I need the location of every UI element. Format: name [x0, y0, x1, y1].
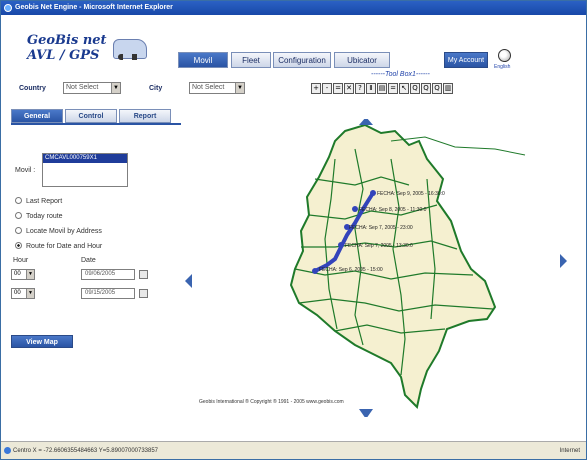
- tool-button[interactable]: Q: [421, 83, 431, 94]
- tool-button[interactable]: ↖: [399, 83, 409, 94]
- status-coords: Centro X = -72.6606355484663 Y=5.8900700…: [13, 448, 159, 454]
- geobis-logo: GeoBis net AVL / GPS: [21, 33, 151, 75]
- tool-button[interactable]: +: [311, 83, 321, 94]
- tab-report[interactable]: Report: [119, 109, 171, 123]
- tool-button[interactable]: ▤: [377, 83, 387, 94]
- tool-button[interactable]: ✕: [344, 83, 354, 94]
- pan-down-arrow: [359, 409, 373, 417]
- window-title: Geobis Net Engine - Microsoft Internet E…: [15, 4, 173, 11]
- option-locate-by-address[interactable]: Locate Movil by Address: [15, 227, 102, 235]
- radio-checked-icon: [15, 242, 22, 249]
- logo-line1: GeoBis net: [27, 33, 107, 48]
- hour-end-select[interactable]: 00 ▼: [11, 288, 35, 299]
- ie-icon: [4, 4, 12, 12]
- tab-control[interactable]: Control: [65, 109, 117, 123]
- view-map-button[interactable]: View Map: [11, 335, 73, 348]
- hour-label: Hour: [13, 257, 29, 264]
- chevron-down-icon: ▼: [26, 270, 34, 279]
- zone-label: Internet: [559, 448, 580, 454]
- movil-listbox[interactable]: CMCAVL000759X1: [42, 153, 128, 187]
- pan-up-arrow: [359, 119, 373, 125]
- map-route-label: FECHA: Sep 8, 2005 - 11:30:0: [359, 207, 427, 213]
- option-route-date-hour[interactable]: Route for Date and Hour: [15, 242, 102, 250]
- route-point: [352, 206, 358, 212]
- chevron-down-icon: ▼: [111, 83, 120, 93]
- radio-icon: [15, 197, 22, 204]
- nav-ubicator-button[interactable]: Ubicator: [334, 52, 390, 68]
- map-route-label: FECHA: Sep 6, 2005 - 15:00: [319, 267, 383, 273]
- country-label: Country: [19, 85, 46, 92]
- option-label: Today route: [26, 213, 63, 220]
- browser-window: Geobis Net Engine - Microsoft Internet E…: [0, 0, 587, 460]
- tool-button[interactable]: ▥: [443, 83, 453, 94]
- movil-list-item[interactable]: CMCAVL000759X1: [43, 154, 127, 163]
- movil-label: Movil :: [15, 167, 36, 174]
- map-route-label: FECHA: Sep 7, 2005 - 23:00: [349, 225, 413, 231]
- chevron-down-icon: ▼: [26, 289, 34, 298]
- map-copyright: Geobis International ® Copyright ® 1991 …: [199, 399, 344, 405]
- language-link[interactable]: English: [494, 64, 510, 70]
- hour-start-select[interactable]: 00 ▼: [11, 269, 35, 280]
- tab-underline: [11, 123, 181, 125]
- tool-button[interactable]: =: [333, 83, 343, 94]
- panel-tabs: General Control Report: [11, 109, 171, 123]
- option-label: Locate Movil by Address: [26, 228, 102, 235]
- tool-button[interactable]: Ⅱ: [366, 83, 376, 94]
- nav-movil-button[interactable]: Movil: [178, 52, 228, 68]
- page-icon: [4, 447, 11, 454]
- calendar-icon[interactable]: [139, 270, 148, 279]
- car-icon: [113, 39, 147, 60]
- route-point: [370, 190, 376, 196]
- pan-left-arrow[interactable]: [183, 273, 193, 289]
- tool-button[interactable]: Q: [432, 83, 442, 94]
- route-point: [338, 242, 344, 248]
- pan-right-arrow[interactable]: [559, 253, 569, 269]
- tab-general[interactable]: General: [11, 109, 63, 123]
- tool-button[interactable]: ?: [355, 83, 365, 94]
- map-route-label: FECHA: Sep 7, 2005 - 13:30:0: [345, 243, 413, 249]
- tool-button[interactable]: =: [388, 83, 398, 94]
- tool-button[interactable]: -: [322, 83, 332, 94]
- status-bar: Centro X = -72.6606355484663 Y=5.8900700…: [1, 441, 586, 459]
- date-label: Date: [81, 257, 96, 264]
- radio-icon: [15, 212, 22, 219]
- toolbox: + - = ✕? Ⅱ ▤ = ↖ Q Q Q ▥: [311, 83, 453, 95]
- chevron-down-icon: ▼: [235, 83, 244, 93]
- country-select-value: Not Select: [66, 84, 99, 91]
- app-header: GeoBis net AVL / GPS Movil Fleet Configu…: [1, 15, 586, 71]
- tool-button[interactable]: Q: [410, 83, 420, 94]
- map-canvas[interactable]: FECHA: Sep 9, 2005 - 16:30:0 FECHA: Sep …: [195, 119, 547, 417]
- toolbox-title: ------Tool Box1------: [371, 71, 430, 78]
- globe-icon[interactable]: [498, 49, 511, 62]
- nav-fleet-button[interactable]: Fleet: [231, 52, 271, 68]
- date-end-field[interactable]: 09/15/2005: [81, 288, 135, 299]
- option-label: Last Report: [26, 198, 63, 205]
- option-label: Route for Date and Hour: [26, 243, 103, 250]
- hour-value: 00: [14, 271, 21, 277]
- city-select-value: Not Select: [192, 84, 225, 91]
- city-select[interactable]: Not Select ▼: [189, 82, 245, 94]
- logo-line2: AVL / GPS: [27, 48, 100, 63]
- map-route-label: FECHA: Sep 9, 2005 - 16:30:0: [377, 191, 445, 197]
- route-point: [312, 268, 318, 274]
- country-select[interactable]: Not Select ▼: [63, 82, 121, 94]
- date-start-field[interactable]: 09/06/2005: [81, 269, 135, 280]
- calendar-icon[interactable]: [139, 289, 148, 298]
- nav-configuration-button[interactable]: Configuration: [273, 52, 331, 68]
- option-today-route[interactable]: Today route: [15, 212, 63, 220]
- option-last-report[interactable]: Last Report: [15, 197, 62, 205]
- radio-icon: [15, 227, 22, 234]
- title-bar: Geobis Net Engine - Microsoft Internet E…: [1, 1, 586, 15]
- city-label: City: [149, 85, 163, 92]
- hour-value: 00: [14, 290, 21, 296]
- my-account-button[interactable]: My Account: [444, 52, 488, 68]
